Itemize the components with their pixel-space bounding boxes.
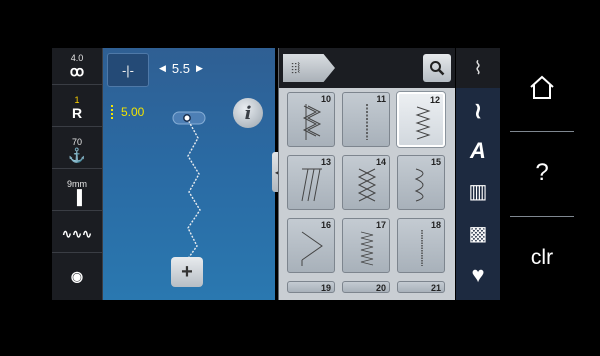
- stitch-tile[interactable]: 17: [342, 218, 390, 273]
- category-quilt-stitches[interactable]: ▩: [456, 214, 500, 252]
- panel-header: ⦙⦙⦚: [279, 48, 455, 88]
- heart-icon: ♥: [471, 262, 485, 287]
- presser-foot-number: 1: [74, 95, 80, 105]
- stitch-pattern-icon: [414, 168, 424, 202]
- stitch-tile[interactable]: 20: [342, 281, 390, 293]
- category-decorative-stitches[interactable]: ≀: [456, 92, 500, 130]
- presser-foot-icon: R: [71, 105, 83, 121]
- upper-thread-tension-icon: ꝏ: [69, 63, 85, 79]
- stitch-pattern-icon: [302, 104, 322, 140]
- stitch-pattern-icon: [360, 231, 374, 266]
- stitch-pattern-icon: [357, 168, 377, 202]
- stitch-tile[interactable]: 21: [397, 281, 445, 293]
- stitch-length-icon: [111, 105, 117, 119]
- stitch-tile[interactable]: 18: [397, 218, 445, 273]
- stitch-pattern-icon: [301, 231, 323, 266]
- stitch-tile[interactable]: 13: [287, 155, 335, 210]
- needle-position-button[interactable]: -|-: [107, 53, 149, 87]
- plus-icon: +: [181, 260, 193, 283]
- practical-stitches-icon: ⌇: [473, 57, 483, 78]
- home-button[interactable]: [510, 48, 574, 126]
- needle-plate-value: 9mm: [67, 179, 87, 189]
- stitch-length-control[interactable]: 5.00: [111, 105, 144, 119]
- category-tab-practical[interactable]: ⦙⦙⦚: [283, 54, 335, 82]
- stitch-tile[interactable]: 14: [342, 155, 390, 210]
- category-alphabets[interactable]: A: [456, 132, 500, 170]
- stitch-tile[interactable]: 15: [397, 155, 445, 210]
- stitch-pattern-icon: [366, 104, 368, 140]
- thread-tension-value: 4.0: [70, 53, 84, 63]
- stitch-tile[interactable]: 16: [287, 218, 335, 273]
- search-icon: [430, 61, 445, 76]
- needle-plate-button[interactable]: 9mm ▐: [52, 174, 102, 211]
- category-practical-stitches[interactable]: ⌇: [456, 48, 500, 88]
- help-icon: ?: [535, 159, 549, 186]
- stitch-length-value: 5.00: [121, 105, 145, 119]
- presser-foot-button[interactable]: 1 R: [52, 90, 102, 127]
- feed-dog-button[interactable]: ∿∿∿: [52, 216, 102, 253]
- presser-foot-pressure-icon: ⚓: [68, 147, 86, 163]
- needle-plate-icon: ▐: [72, 189, 82, 205]
- divider: [510, 131, 574, 132]
- info-icon: i: [244, 102, 252, 124]
- info-button[interactable]: i: [233, 98, 263, 128]
- clear-button[interactable]: clr: [510, 219, 574, 297]
- stitch-tile[interactable]: 11: [342, 92, 390, 147]
- feed-dog-icon: ∿∿∿: [61, 227, 93, 241]
- stitch-tile[interactable]: 10: [287, 92, 335, 147]
- stitch-line: [186, 117, 201, 261]
- divider: [510, 216, 574, 217]
- home-icon: [530, 75, 554, 99]
- decorative-stitches-icon: ≀: [473, 98, 483, 123]
- upper-thread-tension-button[interactable]: 4.0 ꝏ: [52, 48, 102, 85]
- stitch-pattern-icon: [301, 168, 322, 202]
- bobbin-icon: ◉: [70, 268, 84, 284]
- category-buttonholes[interactable]: ▥: [456, 172, 500, 210]
- needle-point-icon: [183, 114, 191, 122]
- presser-foot-pressure-button[interactable]: 70 ⚓: [52, 132, 102, 169]
- help-button[interactable]: ?: [510, 134, 574, 212]
- category-personal-program[interactable]: ♥: [456, 256, 500, 294]
- add-stitch-button[interactable]: +: [171, 257, 203, 287]
- stitch-preview-area: -|- ◀ 5.5 ▶ 5.00 i +: [103, 48, 275, 300]
- clear-label: clr: [530, 246, 554, 269]
- stitch-number: 20: [375, 283, 386, 293]
- presser-foot-pressure-value: 70: [71, 137, 82, 147]
- stitch-selection-panel: ⦙⦙⦚ 10 11 12 13 14 15 16 17 18 19 20 21: [278, 48, 455, 300]
- stitch-pattern-icon: [415, 106, 431, 140]
- stitch-width-value: 5.5: [171, 61, 190, 76]
- width-decrease-icon[interactable]: ◀: [159, 63, 166, 74]
- practical-stitch-icon: ⦙⦙⦚: [291, 59, 301, 76]
- width-increase-icon[interactable]: ▶: [196, 63, 203, 74]
- stitch-tile-selected[interactable]: 12: [397, 92, 445, 147]
- stitch-number: 19: [320, 283, 331, 293]
- stitch-pattern-icon: [421, 230, 423, 266]
- stitch-category-bar: ⌇ ≀ A ▥ ▩ ♥: [456, 48, 500, 300]
- stitch-width-control[interactable]: ◀ 5.5 ▶: [159, 61, 203, 76]
- left-toolbar: 4.0 ꝏ 1 R 70 ⚓ 9mm ▐ ∿∿∿ ◉: [52, 48, 103, 300]
- stitch-number: 21: [430, 283, 441, 293]
- stitch-tile[interactable]: 19: [287, 281, 335, 293]
- quilt-stitches-icon: ▩: [468, 222, 488, 245]
- needle-position-icon: -|-: [121, 62, 135, 78]
- system-bar: ? clr: [510, 48, 574, 300]
- search-button[interactable]: [423, 54, 451, 82]
- bobbin-button[interactable]: ◉: [52, 258, 102, 294]
- alphabets-icon: A: [470, 138, 486, 163]
- buttonholes-icon: ▥: [468, 180, 488, 203]
- sewing-machine-screen: 4.0 ꝏ 1 R 70 ⚓ 9mm ▐ ∿∿∿ ◉ -|- ◀ 5.5 ▶ 5…: [0, 0, 600, 356]
